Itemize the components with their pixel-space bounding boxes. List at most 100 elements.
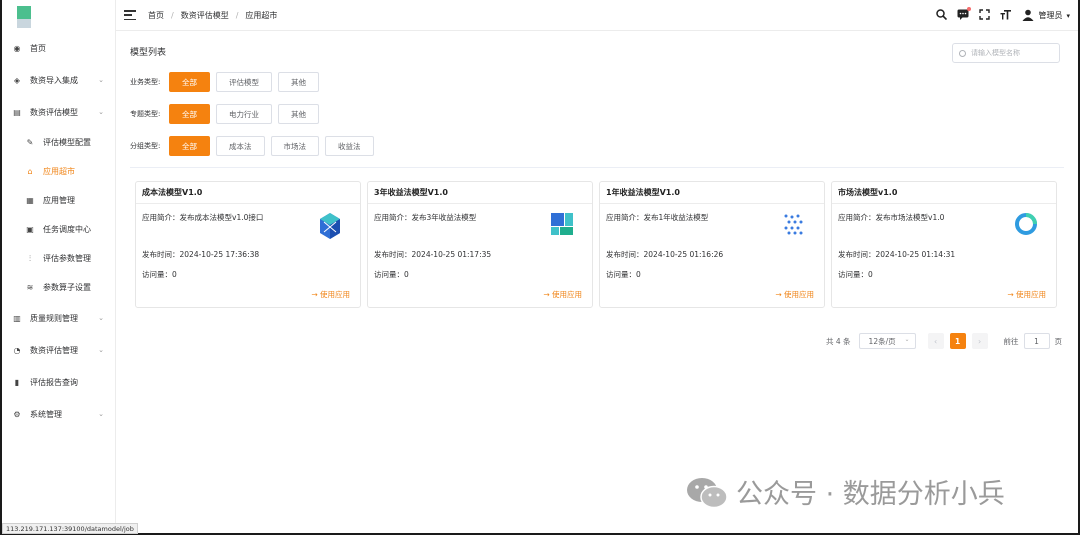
sidebar-item-label: 评估参数管理 xyxy=(43,254,91,263)
sidebar-item[interactable]: ≋ 参数算子设置 xyxy=(2,273,116,302)
pagination-total: 共 4 条 xyxy=(826,336,851,346)
sidebar-item-label: 应用管理 xyxy=(43,196,75,205)
chevron-down-icon: ⌄ xyxy=(98,346,104,354)
goto-label: 前往 xyxy=(1003,336,1019,346)
pagination: 共 4 条 12条/页 ⌄ ‹ 1 › 前往 1 页 xyxy=(826,333,1062,349)
divider xyxy=(130,167,1064,168)
use-app-link[interactable]: → 使用应用 xyxy=(543,289,582,300)
model-card[interactable]: 市场法模型v1.0 应用简介：发布市场法模型v1.0 发布时间：2024-10-… xyxy=(831,181,1057,308)
breadcrumb-item: 应用超市 xyxy=(245,10,278,20)
card-publish-time: 发布时间：2024-10-25 01:14:31 xyxy=(838,250,956,259)
chevron-down-icon: ⌄ xyxy=(98,108,104,116)
sidebar-item-label: 数资评估模型 xyxy=(30,107,78,117)
font-size-icon[interactable] xyxy=(1000,9,1012,23)
sidebar-item[interactable]: ⫶ 评估参数管理 xyxy=(2,244,116,273)
sidebar-item[interactable]: ⚙ 系统管理 ⌄ xyxy=(2,398,116,430)
breadcrumb: 首页 / 数资评估模型 / 应用超市 xyxy=(148,10,278,21)
sidebar-item[interactable]: ▦ 应用管理 xyxy=(2,186,116,215)
calendar-icon: ▣ xyxy=(26,225,34,234)
filter-option[interactable]: 全部 xyxy=(169,72,210,92)
gear-icon: ⚙ xyxy=(13,409,21,419)
account-badge: 公众号 · 数据分析小兵 xyxy=(686,472,1005,511)
card-description: 应用简介：发布成本法模型v1.0接口 xyxy=(142,213,264,222)
filter-option[interactable]: 收益法 xyxy=(325,136,374,156)
breadcrumb-item[interactable]: 首页 xyxy=(148,10,164,21)
card-title: 市场法模型v1.0 xyxy=(832,182,1056,204)
card-visits: 访问量：0 xyxy=(374,270,409,279)
filter-option[interactable]: 成本法 xyxy=(216,136,265,156)
bar-chart-icon: ▮ xyxy=(14,377,20,387)
card-visits: 访问量：0 xyxy=(606,270,641,279)
page-number-current[interactable]: 1 xyxy=(949,333,966,349)
prev-page-button[interactable]: ‹ xyxy=(927,333,944,349)
search-input[interactable]: 请输入模型名称 xyxy=(952,43,1060,63)
filter-business-type: 业务类型: 全部 评估模型 其他 xyxy=(130,72,325,92)
sidebar-item-label: 应用超市 xyxy=(43,167,75,176)
sidebar-item[interactable]: ▥ 质量规则管理 ⌄ xyxy=(2,302,116,334)
filter-option[interactable]: 全部 xyxy=(169,104,210,124)
filter-label: 专题类型: xyxy=(130,110,161,118)
model-card[interactable]: 1年收益法模型V1.0 应用简介：发布1年收益法模型 发布时间：2024-10-… xyxy=(599,181,825,308)
card-publish-time: 发布时间：2024-10-25 01:16:26 xyxy=(606,250,724,259)
sidebar-item-label: 系统管理 xyxy=(30,409,62,419)
filter-topic-type: 专题类型: 全部 电力行业 其他 xyxy=(130,104,325,124)
sidebar-item[interactable]: ✎ 评估模型配置 xyxy=(2,128,116,157)
filter-option[interactable]: 其他 xyxy=(278,72,319,92)
sidebar-item-label: 质量规则管理 xyxy=(30,313,78,323)
sliders-icon: ⫶ xyxy=(29,253,31,263)
filter-option[interactable]: 电力行业 xyxy=(216,104,272,124)
sidebar-item[interactable]: ◔ 数资评估管理 ⌄ xyxy=(2,334,116,366)
sidebar-item[interactable]: ◈ 数资导入集成 ⌄ xyxy=(2,64,116,96)
top-bar: 首页 / 数资评估模型 / 应用超市 管理员 ▾ xyxy=(116,0,1078,31)
sidebar-menu: ◉ 首页 ◈ 数资导入集成 ⌄ ▤ 数资评估模型 ⌄ ✎ 评估模型配置 ⌂ 应用超市 ▦ 应用管理 ▣ 任务调… xyxy=(2,32,116,430)
dashboard-icon: ◉ xyxy=(13,43,21,53)
status-url: 113.219.171.137:39100/datamodel/job xyxy=(2,523,138,534)
sidebar-item-label: 数资导入集成 xyxy=(30,75,78,85)
use-app-link[interactable]: → 使用应用 xyxy=(311,289,350,300)
sidebar: ◉ 首页 ◈ 数资导入集成 ⌄ ▤ 数资评估模型 ⌄ ✎ 评估模型配置 ⌂ 应用超市 ▦ 应用管理 ▣ 任务调… xyxy=(2,0,116,533)
filter-option[interactable]: 评估模型 xyxy=(216,72,272,92)
blocks-icon xyxy=(550,212,574,236)
stack-icon: ≋ xyxy=(26,283,34,292)
menu-toggle-icon[interactable] xyxy=(124,10,136,20)
page-unit: 页 xyxy=(1054,336,1063,346)
sidebar-item-label: 参数算子设置 xyxy=(43,283,91,292)
search-icon[interactable] xyxy=(936,8,948,23)
fullscreen-icon[interactable] xyxy=(979,8,991,23)
sidebar-item-label: 评估模型配置 xyxy=(43,138,91,147)
card-publish-time: 发布时间：2024-10-25 01:17:35 xyxy=(374,250,492,259)
chevron-down-icon: ⌄ xyxy=(98,410,104,418)
message-icon[interactable] xyxy=(957,6,972,23)
sidebar-item-label: 首页 xyxy=(30,43,46,53)
model-card[interactable]: 成本法模型V1.0 应用简介：发布成本法模型v1.0接口 发布时间：2024-1… xyxy=(135,181,361,308)
filter-option[interactable]: 市场法 xyxy=(270,136,319,156)
card-title: 成本法模型V1.0 xyxy=(136,182,360,204)
card-description: 应用简介：发布市场法模型v1.0 xyxy=(838,213,945,222)
model-card-list: 成本法模型V1.0 应用简介：发布成本法模型v1.0接口 发布时间：2024-1… xyxy=(135,181,1061,308)
document-icon: ▤ xyxy=(13,107,21,117)
filter-option[interactable]: 其他 xyxy=(278,104,319,124)
app-logo[interactable] xyxy=(17,6,31,28)
sidebar-item[interactable]: ▮ 评估报告查询 xyxy=(2,366,116,398)
sidebar-item[interactable]: ◉ 首页 xyxy=(2,32,116,64)
header-actions: 管理员 ▾ xyxy=(936,0,1070,31)
avatar-icon xyxy=(1022,9,1034,23)
filter-option[interactable]: 全部 xyxy=(169,136,210,156)
goto-page-input[interactable]: 1 xyxy=(1023,333,1050,349)
sidebar-item[interactable]: ⌂ 应用超市 xyxy=(2,157,116,186)
card-description: 应用简介：发布3年收益法模型 xyxy=(374,213,477,222)
sidebar-item[interactable]: ▣ 任务调度中心 xyxy=(2,215,116,244)
page-size-select[interactable]: 12条/页 ⌄ xyxy=(858,333,916,349)
user-name: 管理员 xyxy=(1038,11,1063,20)
sidebar-item-label: 评估报告查询 xyxy=(30,377,78,387)
sidebar-item[interactable]: ▤ 数资评估模型 ⌄ xyxy=(2,96,116,128)
user-menu[interactable]: 管理员 ▾ xyxy=(1022,9,1070,23)
next-page-button[interactable]: › xyxy=(971,333,988,349)
layers-icon: ◈ xyxy=(13,75,21,85)
breadcrumb-item[interactable]: 数资评估模型 xyxy=(181,10,229,21)
filter-label: 业务类型: xyxy=(130,78,161,86)
model-card[interactable]: 3年收益法模型V1.0 应用简介：发布3年收益法模型 发布时间：2024-10-… xyxy=(367,181,593,308)
wechat-icon xyxy=(686,476,728,508)
use-app-link[interactable]: → 使用应用 xyxy=(1007,289,1046,300)
use-app-link[interactable]: → 使用应用 xyxy=(775,289,814,300)
